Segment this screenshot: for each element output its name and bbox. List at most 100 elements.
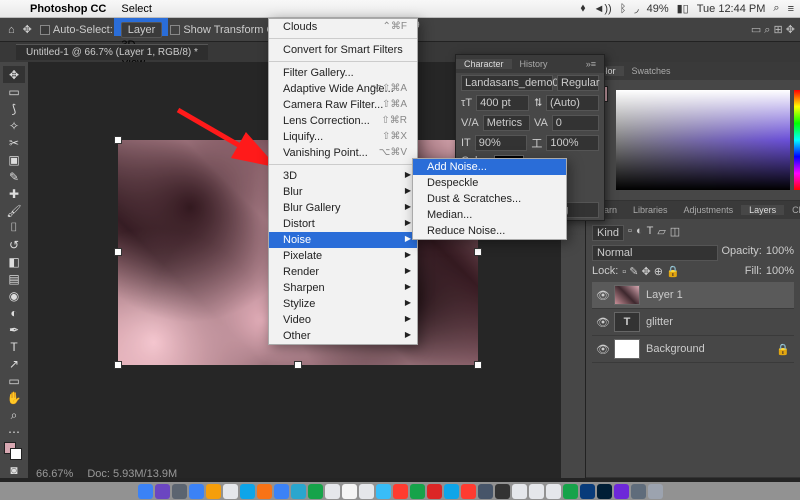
vscale-field[interactable]: 90% — [475, 135, 528, 151]
menu-item[interactable]: Video — [269, 312, 417, 328]
gradient-tool-icon[interactable]: ▤ — [3, 270, 25, 287]
pen-tool-icon[interactable]: ✒ — [3, 321, 25, 338]
home-icon[interactable]: ⌂ — [8, 24, 15, 36]
opacity-field[interactable]: 100% — [766, 245, 794, 261]
dock-app-icon[interactable] — [291, 484, 306, 499]
hue-slider[interactable] — [794, 90, 800, 190]
dock-app-icon[interactable] — [529, 484, 544, 499]
menu-item[interactable]: Distort — [269, 216, 417, 232]
menu-item[interactable]: Adaptive Wide Angle...⌥⇧⌘A — [269, 81, 417, 97]
dock-app-icon[interactable] — [393, 484, 408, 499]
history-tab[interactable]: History — [512, 59, 556, 69]
crop-tool-icon[interactable]: ✂ — [3, 134, 25, 151]
dock-app-icon[interactable] — [546, 484, 561, 499]
dock-app-icon[interactable] — [155, 484, 170, 499]
panel-tab[interactable]: Channels — [784, 205, 800, 215]
eyedropper-icon[interactable]: ✎ — [3, 168, 25, 185]
path-tool-icon[interactable]: ↗ — [3, 356, 25, 373]
transform-handle[interactable] — [114, 248, 122, 256]
history-brush-icon[interactable]: ↺ — [3, 236, 25, 253]
dock-app-icon[interactable] — [240, 484, 255, 499]
hscale-field[interactable]: 100% — [546, 135, 599, 151]
menu-item[interactable]: Convert for Smart Filters — [269, 42, 417, 58]
fill-field[interactable]: 100% — [766, 265, 794, 278]
menu-item[interactable]: Despeckle — [413, 175, 566, 191]
dropbox-icon[interactable]: ⬧ — [581, 2, 586, 15]
font-size-field[interactable]: 400 pt — [476, 95, 529, 111]
dock-app-icon[interactable] — [206, 484, 221, 499]
menu-item[interactable]: Noise — [269, 232, 417, 248]
menu-item[interactable]: Sharpen — [269, 280, 417, 296]
transform-handle[interactable] — [114, 136, 122, 144]
layer-row[interactable]: 👁Tglitter — [592, 309, 794, 336]
wifi-icon[interactable]: ◞ — [634, 2, 638, 15]
wand-tool-icon[interactable]: ✧ — [3, 117, 25, 134]
quick-mask-icon[interactable]: ◙ — [3, 461, 25, 478]
dock-app-icon[interactable] — [444, 484, 459, 499]
dock-app-icon[interactable] — [478, 484, 493, 499]
blur-tool-icon[interactable]: ◉ — [3, 287, 25, 304]
frame-tool-icon[interactable]: ▣ — [3, 151, 25, 168]
zoom-tool-icon[interactable]: ⌕ — [3, 407, 25, 424]
blend-mode-select[interactable]: Normal — [592, 245, 718, 261]
menu-item[interactable]: Blur — [269, 184, 417, 200]
app-name[interactable]: Photoshop CC — [22, 3, 114, 15]
menu-item[interactable]: Dust & Scratches... — [413, 191, 566, 207]
volume-icon[interactable]: ◄)) — [593, 3, 611, 15]
marquee-tool-icon[interactable]: ▭ — [3, 83, 25, 100]
menu-item[interactable]: Filter Gallery... — [269, 65, 417, 81]
menu-item[interactable]: 3D — [269, 168, 417, 184]
menu-item[interactable]: Camera Raw Filter...⇧⌘A — [269, 97, 417, 113]
menu-item[interactable]: Median... — [413, 207, 566, 223]
dock-app-icon[interactable] — [631, 484, 646, 499]
dock-app-icon[interactable] — [257, 484, 272, 499]
dock-app-icon[interactable] — [427, 484, 442, 499]
font-family-select[interactable]: Landasans_demo01 — [461, 75, 553, 91]
filter-shape-icon[interactable]: ▱ — [657, 225, 665, 241]
leading-field[interactable]: (Auto) — [546, 95, 599, 111]
dock-app-icon[interactable] — [342, 484, 357, 499]
visibility-icon[interactable]: 👁 — [596, 316, 608, 329]
visibility-icon[interactable]: 👁 — [596, 289, 608, 302]
transform-handle[interactable] — [474, 248, 482, 256]
menu-item[interactable]: Other — [269, 328, 417, 344]
transform-handle[interactable] — [294, 361, 302, 369]
brush-tool-icon[interactable]: 🖌 — [3, 202, 25, 219]
notif-center-icon[interactable]: ≡ — [788, 3, 794, 15]
filter-smart-icon[interactable]: ◫ — [670, 225, 680, 241]
layer-kind-filter[interactable]: Kind — [592, 225, 624, 241]
hand-tool-icon[interactable]: ✋ — [3, 390, 25, 407]
panel-tab[interactable]: Adjustments — [676, 205, 742, 215]
zoom-level[interactable]: 66.67% — [36, 468, 73, 480]
shape-tool-icon[interactable]: ▭ — [3, 373, 25, 390]
tracking-field[interactable]: 0 — [552, 115, 599, 131]
move-tool-icon[interactable]: ✥ — [3, 66, 25, 83]
menu-item[interactable]: Liquify...⇧⌘X — [269, 129, 417, 145]
dodge-tool-icon[interactable]: ◐ — [3, 304, 25, 321]
dock-app-icon[interactable] — [410, 484, 425, 499]
layer-row[interactable]: 👁Background🔒 — [592, 336, 794, 363]
filter-pixel-icon[interactable]: ▫ — [628, 225, 632, 241]
dock-app-icon[interactable] — [325, 484, 340, 499]
swatches-tab[interactable]: Swatches — [624, 66, 679, 76]
panel-tab[interactable]: Libraries — [625, 205, 676, 215]
menu-item[interactable]: Pixelate — [269, 248, 417, 264]
menu-item[interactable]: Reduce Noise... — [413, 223, 566, 239]
dock-app-icon[interactable] — [172, 484, 187, 499]
doc-size[interactable]: Doc: 5.93M/13.9M — [87, 468, 177, 480]
menu-item[interactable]: Add Noise... — [413, 159, 566, 175]
menu-item[interactable]: Vanishing Point...⌥⌘V — [269, 145, 417, 161]
dock-app-icon[interactable] — [461, 484, 476, 499]
menu-item[interactable]: Lens Correction...⇧⌘R — [269, 113, 417, 129]
dock-app-icon[interactable] — [138, 484, 153, 499]
dock-app-icon[interactable] — [512, 484, 527, 499]
transform-handle[interactable] — [114, 361, 122, 369]
font-style-select[interactable]: Regular — [557, 75, 599, 91]
dock-app-icon[interactable] — [580, 484, 595, 499]
show-transform-checkbox[interactable] — [170, 25, 180, 35]
character-tab[interactable]: Character — [456, 59, 512, 69]
auto-select-checkbox[interactable] — [40, 25, 50, 35]
dock-app-icon[interactable] — [648, 484, 663, 499]
panel-tab[interactable]: Layers — [741, 205, 784, 215]
battery-icon[interactable]: ▮▯ — [677, 2, 689, 15]
